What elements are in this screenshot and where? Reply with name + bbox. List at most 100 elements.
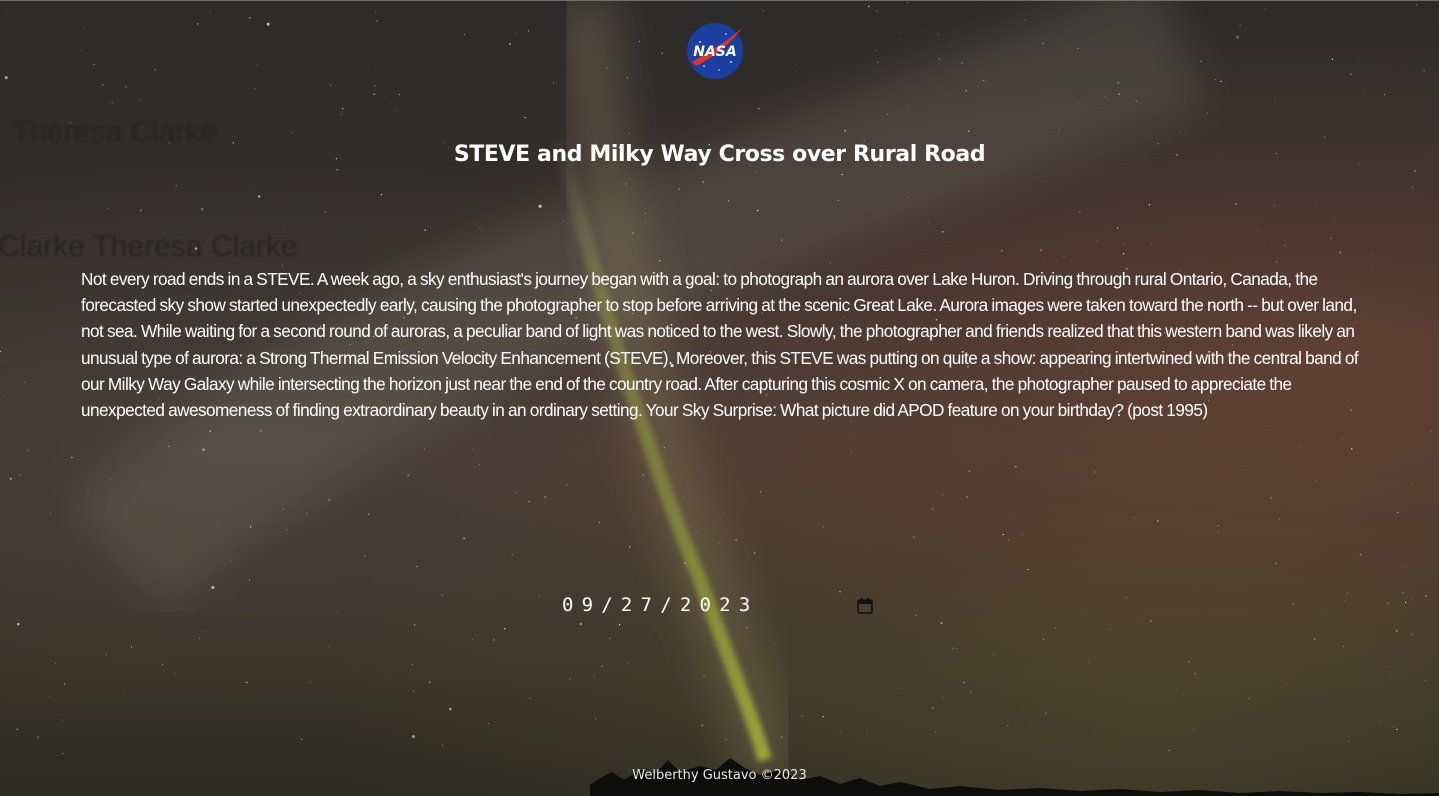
star-dot	[1387, 602, 1389, 605]
star-dot	[209, 430, 211, 432]
star-dot	[463, 537, 465, 540]
star-dot	[1194, 673, 1196, 675]
date-picker-input[interactable]: 09/27/2023	[562, 592, 882, 622]
star-dot	[1200, 60, 1202, 63]
star-dot	[931, 508, 934, 510]
star-dot	[1292, 603, 1294, 605]
star-dot	[780, 239, 783, 241]
star-dot	[1055, 627, 1057, 629]
star-dot	[424, 229, 426, 231]
star-dot	[967, 130, 970, 132]
star-dot	[328, 646, 330, 647]
star-dot	[472, 639, 473, 641]
star-dot	[424, 448, 426, 450]
star-dot	[1239, 24, 1241, 26]
nasa-logo-icon[interactable]: NASA	[686, 22, 744, 80]
star-dot	[735, 539, 737, 541]
star-dot	[759, 491, 762, 493]
star-dot	[1217, 531, 1219, 533]
star-dot	[593, 676, 595, 678]
star-dot	[725, 738, 727, 741]
star-dot	[102, 84, 104, 86]
star-dot	[376, 20, 378, 22]
star-dot	[413, 624, 416, 626]
star-dot	[609, 637, 611, 640]
star-dot	[210, 12, 211, 13]
star-dot	[773, 643, 776, 646]
star-dot	[850, 653, 852, 654]
star-dot	[724, 532, 726, 534]
star-dot	[1402, 566, 1404, 568]
star-dot	[1396, 728, 1398, 731]
star-dot	[1079, 211, 1081, 213]
star-dot	[285, 529, 288, 531]
date-picker-value[interactable]: 09/27/2023	[562, 594, 758, 616]
star-dot	[887, 113, 889, 115]
star-dot	[5, 12, 7, 14]
calendar-icon[interactable]	[857, 597, 873, 614]
star-dot	[701, 724, 703, 726]
star-dot	[829, 262, 831, 264]
star-dot	[1397, 511, 1399, 514]
star-dot	[1063, 256, 1065, 258]
star-dot	[122, 691, 124, 693]
star-dot	[196, 23, 199, 25]
star-dot	[1096, 240, 1097, 242]
star-dot	[442, 744, 443, 746]
star-dot	[340, 113, 342, 115]
star-dot	[1350, 73, 1352, 75]
star-dot	[837, 199, 839, 201]
star-dot	[24, 381, 26, 384]
star-dot	[529, 697, 531, 699]
star-dot	[1078, 102, 1080, 104]
star-dot	[1313, 638, 1316, 641]
star-dot	[875, 49, 877, 51]
star-dot	[1264, 8, 1267, 10]
star-dot	[928, 221, 930, 223]
star-dot	[538, 204, 542, 208]
star-dot	[174, 673, 176, 674]
star-dot	[375, 69, 377, 71]
star-dot	[202, 448, 206, 452]
star-dot	[441, 594, 443, 596]
star-dot	[324, 211, 327, 213]
star-dot	[672, 101, 674, 103]
star-dot	[464, 33, 466, 36]
star-dot	[1150, 242, 1152, 244]
star-dot	[139, 209, 142, 212]
star-dot	[1348, 741, 1350, 743]
star-dot	[702, 181, 704, 183]
apod-title: STEVE and Milky Way Cross over Rural Roa…	[453, 142, 986, 167]
star-dot	[1412, 186, 1414, 188]
star-dot	[373, 93, 376, 95]
star-dot	[938, 58, 940, 60]
star-dot	[684, 562, 686, 564]
star-dot	[1289, 633, 1291, 635]
star-dot	[1045, 181, 1047, 182]
star-dot	[330, 84, 332, 86]
star-dot	[552, 82, 555, 84]
star-dot	[1416, 4, 1418, 6]
star-dot	[16, 728, 18, 730]
star-dot	[1100, 171, 1102, 172]
star-dot	[93, 63, 95, 65]
star-dot	[27, 449, 29, 451]
star-dot	[81, 49, 82, 51]
star-dot	[644, 212, 646, 215]
star-dot	[580, 437, 581, 439]
star-dot	[390, 103, 392, 104]
star-dot	[579, 622, 583, 626]
star-dot	[1279, 518, 1281, 521]
star-dot	[1274, 100, 1276, 102]
star-dot	[690, 634, 692, 636]
star-dot	[697, 531, 699, 533]
star-dot	[1345, 599, 1347, 601]
star-dot	[781, 736, 783, 738]
star-dot	[1411, 483, 1413, 485]
star-dot	[594, 717, 597, 720]
star-dot	[1346, 592, 1348, 595]
star-dot	[866, 733, 868, 735]
star-dot	[375, 12, 377, 14]
star-dot	[211, 586, 215, 589]
star-dot	[1217, 524, 1220, 527]
